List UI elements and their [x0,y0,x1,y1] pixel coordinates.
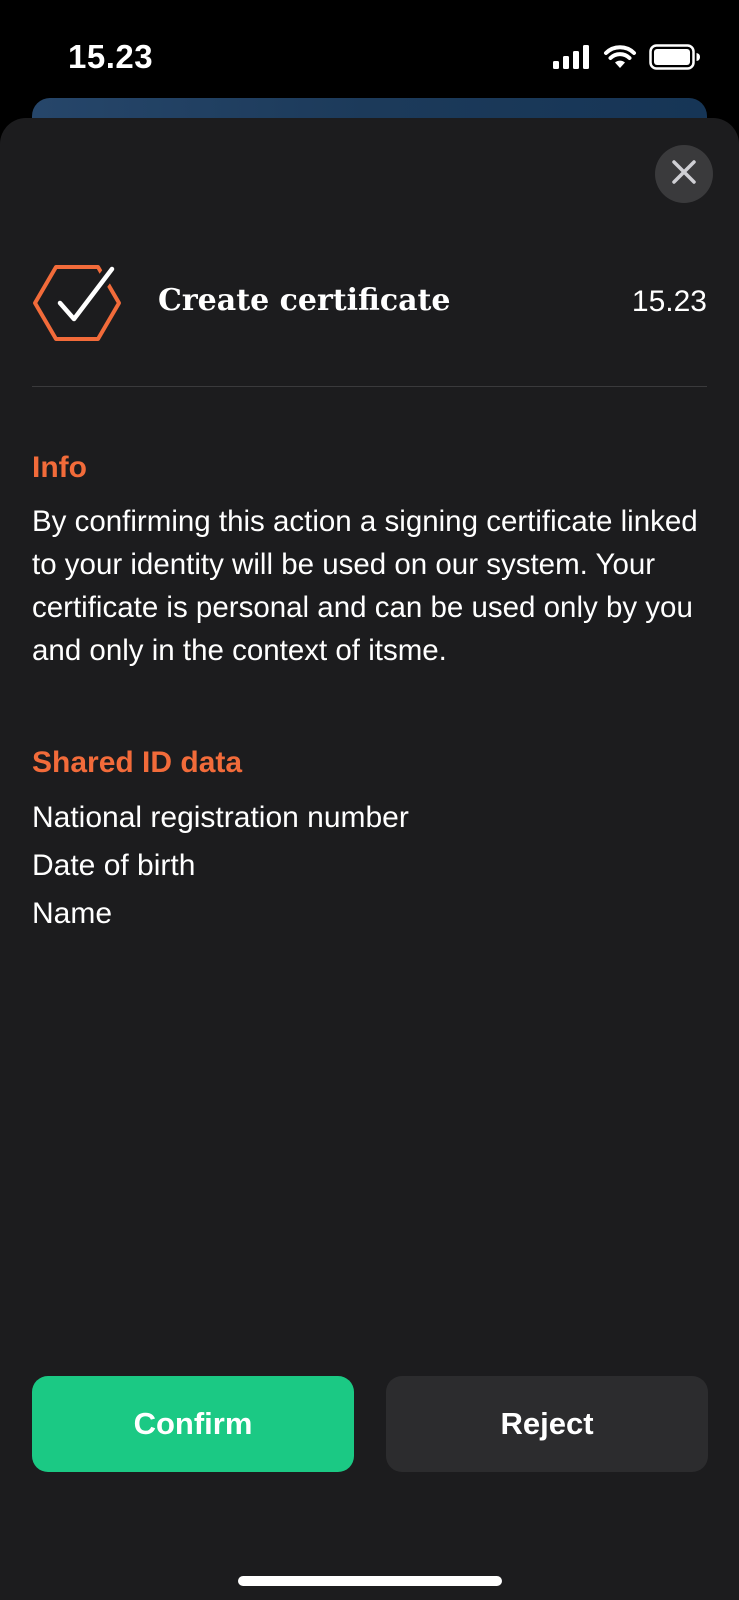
battery-icon [649,44,701,75]
certificate-check-icon [32,262,122,343]
info-heading: Info [32,451,87,484]
wifi-icon [603,44,637,75]
confirm-button[interactable]: Confirm [32,1376,354,1472]
home-indicator[interactable] [238,1576,502,1586]
status-bar: 15.23 [0,0,739,110]
shared-data-heading: Shared ID data [32,746,243,779]
close-icon [671,159,697,190]
list-item: Date of birth [32,849,196,882]
cellular-signal-icon [553,45,591,74]
shared-data-list: National registration number Date of bir… [32,794,409,938]
reject-button[interactable]: Reject [386,1376,708,1472]
list-item: National registration number [32,801,409,834]
action-title: Create certificate [158,283,451,318]
action-sheet: Create certificate 15.23 Info By confirm… [0,118,739,1600]
action-time: 15.23 [631,285,707,318]
action-header: Create certificate 15.23 [32,262,707,343]
status-icons [553,44,701,75]
screen: 15.23 Create certificate 15.23 Info By c… [0,0,739,1600]
info-text: By confirming this action a signing cert… [32,505,698,667]
divider [32,386,707,387]
list-item: Name [32,897,113,930]
close-button[interactable] [655,145,713,203]
status-time: 15.23 [68,38,154,75]
